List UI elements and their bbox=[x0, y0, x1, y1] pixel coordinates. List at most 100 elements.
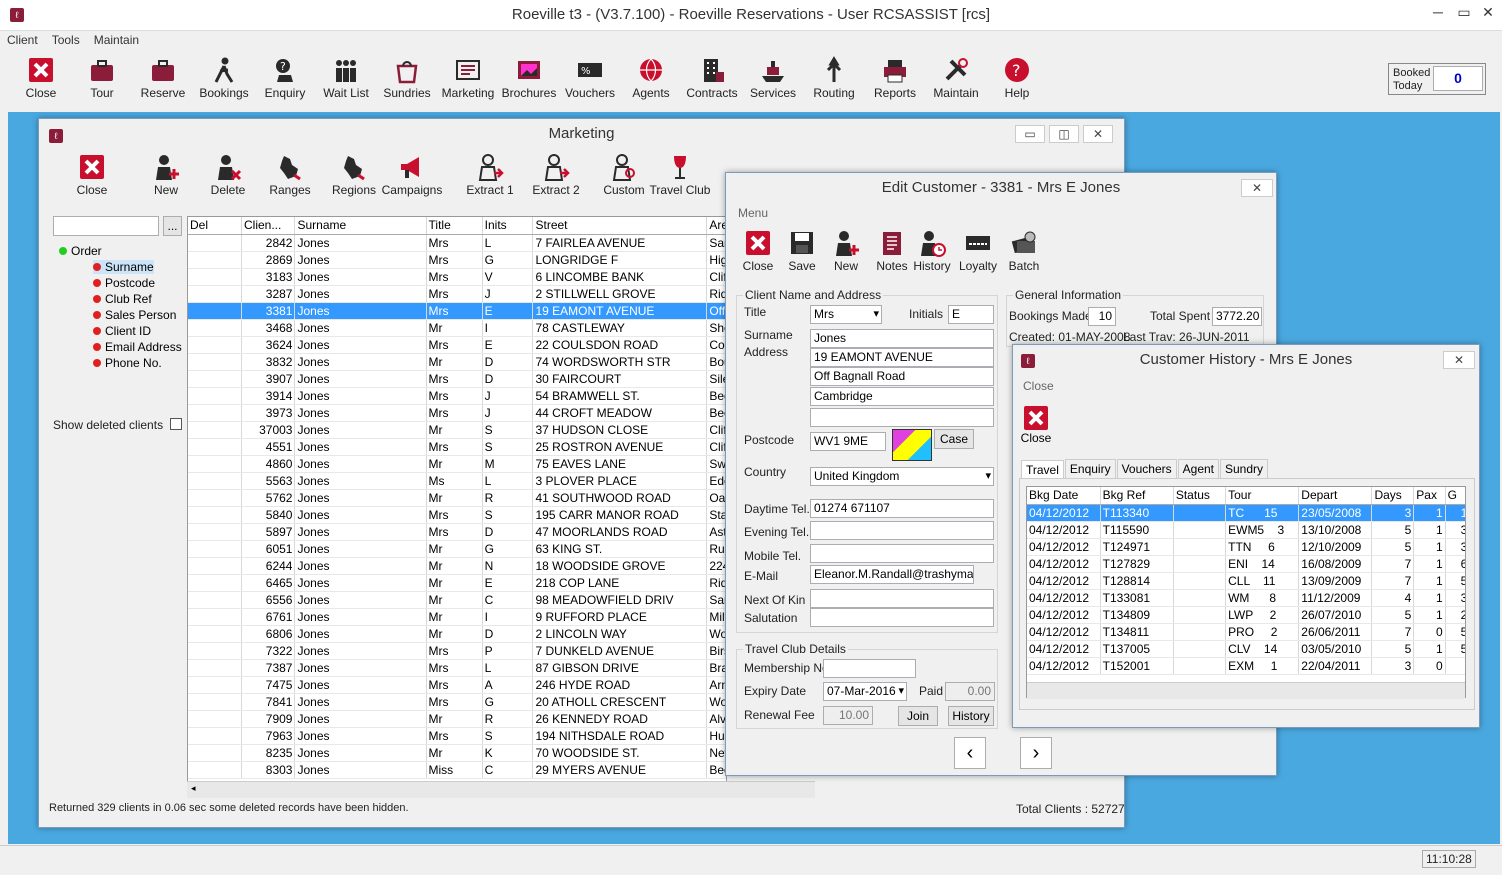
client-row[interactable]: 2842JonesMrsL7 FAIRLEA AVENUESandiacreCa… bbox=[188, 234, 726, 252]
client-row[interactable]: 6556JonesMrC98 MEADOWFIELD DRIVSandiacre… bbox=[188, 591, 726, 609]
history-column-header[interactable]: G bbox=[1445, 487, 1465, 505]
toolbar-tour-button[interactable]: Tour bbox=[71, 52, 133, 106]
client-row[interactable]: 3914JonesMrsJ54 BRAMWELL ST.BeestonGodst… bbox=[188, 387, 726, 405]
menu-maintain[interactable]: Maintain bbox=[87, 31, 146, 47]
title-select[interactable]: Mrs bbox=[810, 305, 882, 324]
client-row[interactable]: 3468JonesMrI78 CASTLEWAYSherwoodSwanley bbox=[188, 319, 726, 337]
client-row[interactable]: 6761JonesMrI9 RUFFORD PLACEMilton CourtR… bbox=[188, 608, 726, 626]
client-row[interactable]: 37003JonesMrS37 HUDSON CLOSECliftonHemel… bbox=[188, 421, 726, 439]
history-column-header[interactable]: Bkg Date bbox=[1027, 487, 1101, 505]
show-deleted-checkbox[interactable] bbox=[170, 418, 182, 430]
column-header[interactable]: Street bbox=[532, 217, 708, 235]
history-column-header[interactable]: Pax bbox=[1413, 487, 1446, 505]
history-close-icon[interactable]: ✕ bbox=[1443, 351, 1475, 369]
toolbar-services-button[interactable]: Services bbox=[742, 52, 804, 106]
history-row[interactable]: 04/12/2012T133081 WM 811/12/20094131 bbox=[1027, 589, 1465, 607]
toolbar-bookings-button[interactable]: Bookings bbox=[193, 52, 255, 106]
history-button[interactable]: History bbox=[948, 706, 994, 726]
menu-client[interactable]: Client bbox=[0, 31, 45, 47]
client-row[interactable]: 2869JonesMrsGLONGRIDGE FHigh GreenWarlin… bbox=[188, 251, 726, 269]
toolbar-brochures-button[interactable]: Brochures bbox=[498, 52, 560, 106]
history-row[interactable]: 04/12/2012T127829 ENI 1416/08/20097161 bbox=[1027, 555, 1465, 573]
marketing-regions-button[interactable]: Regions bbox=[321, 151, 387, 201]
marketing-search-button[interactable]: ... bbox=[163, 216, 182, 236]
toolbar-routing-button[interactable]: Routing bbox=[803, 52, 865, 106]
history-row[interactable]: 04/12/2012T124971 TTN 612/10/20095133 bbox=[1027, 538, 1465, 556]
client-row[interactable]: 5897JonesMrsD47 MOORLANDS ROADAston-on-T… bbox=[188, 523, 726, 541]
minimize-icon[interactable]: ─ bbox=[1426, 0, 1450, 24]
history-menu[interactable]: Close bbox=[1023, 379, 1054, 393]
client-row[interactable]: 4551JonesMrsS25 ROSTRON AVENUECliftonBas… bbox=[188, 438, 726, 456]
column-header[interactable]: Area bbox=[706, 217, 726, 235]
history-tab-travel[interactable]: Travel bbox=[1021, 460, 1064, 479]
toolbar-agents-button[interactable]: Agents bbox=[620, 52, 682, 106]
client-grid-hscroll[interactable]: ◂ bbox=[187, 781, 815, 798]
toolbar-vouchers-button[interactable]: % Vouchers bbox=[559, 52, 621, 106]
history-row[interactable]: 04/12/2012T134811 PRO 226/06/20117058 bbox=[1027, 623, 1465, 641]
postcode-field[interactable]: WV1 9ME bbox=[810, 432, 886, 451]
client-row[interactable]: 7841JonesMrsG20 ATHOLL CRESCENTWoolseryS… bbox=[188, 693, 726, 711]
marketing-ranges-button[interactable]: Ranges bbox=[257, 151, 323, 201]
edit-new-button[interactable]: New bbox=[824, 227, 868, 277]
email-field[interactable]: Eleanor.M.Randall@trashymail.co bbox=[810, 565, 974, 584]
marketing-extract-1-button[interactable]: Extract 1 bbox=[457, 151, 523, 201]
marketing-travel-club-button[interactable]: Travel Club bbox=[647, 151, 713, 201]
address-line-1[interactable]: 19 EAMONT AVENUE bbox=[810, 348, 994, 367]
envelope-icon[interactable] bbox=[892, 429, 932, 461]
address-line-3[interactable]: Cambridge bbox=[810, 387, 994, 406]
column-header[interactable]: Title bbox=[426, 217, 483, 235]
client-row[interactable]: 8303JonesMissC29 MYERS AVENUEBeestonWalt… bbox=[188, 761, 726, 779]
client-row[interactable]: 5840JonesMrsS195 CARR MANOR ROADStaplefo… bbox=[188, 506, 726, 524]
tree-item-client-id[interactable]: Client ID bbox=[93, 324, 151, 338]
toolbar-reports-button[interactable]: Reports bbox=[864, 52, 926, 106]
marketing-campaigns-button[interactable]: Campaigns bbox=[379, 151, 445, 201]
history-column-header[interactable]: Depart bbox=[1298, 487, 1373, 505]
next-of-kin-field[interactable] bbox=[810, 589, 994, 608]
marketing-search-input[interactable] bbox=[53, 216, 159, 236]
case-button[interactable]: Case bbox=[934, 429, 974, 449]
toolbar-close-button[interactable]: Close bbox=[10, 52, 72, 106]
toolbar-help-button[interactable]: ? Help bbox=[986, 52, 1048, 106]
toolbar-sundries-button[interactable]: Sundries bbox=[376, 52, 438, 106]
client-row[interactable]: 3183JonesMrsV6 LINCOMBE BANKCliftonRye bbox=[188, 268, 726, 286]
history-close-button[interactable]: Close bbox=[1019, 405, 1053, 455]
marketing-close-icon[interactable]: ✕ bbox=[1083, 125, 1113, 143]
client-row[interactable]: 6806JonesMrD2 LINCOLN WAYWoodthorpeColch… bbox=[188, 625, 726, 643]
history-row[interactable]: 04/12/2012T137005CLV 1403/05/20105151 bbox=[1027, 640, 1465, 658]
toolbar-maintain-button[interactable]: Maintain bbox=[925, 52, 987, 106]
column-header[interactable]: Clien... bbox=[241, 217, 296, 235]
edit-notes-button[interactable]: Notes bbox=[870, 227, 914, 277]
client-row[interactable]: 7475JonesMrsA246 HYDE ROADArnoldHoddesd bbox=[188, 676, 726, 694]
marketing-new-button[interactable]: New bbox=[133, 151, 199, 201]
history-hscroll[interactable] bbox=[1027, 682, 1465, 699]
daytime-tel-field[interactable]: 01274 671107 bbox=[810, 499, 994, 518]
history-column-header[interactable]: Tour bbox=[1225, 487, 1300, 505]
tree-item-sales-person[interactable]: Sales Person bbox=[93, 308, 176, 322]
tree-root-order[interactable]: Order bbox=[59, 244, 102, 258]
marketing-restore-icon[interactable]: ◫ bbox=[1049, 125, 1079, 143]
client-row[interactable]: 3381JonesMrsE19 EAMONT AVENUEOff Bagnall… bbox=[188, 302, 726, 320]
marketing-delete-button[interactable]: Delete bbox=[195, 151, 261, 201]
client-row[interactable]: 4860JonesMrM75 EAVES LANESwintonHemel He bbox=[188, 455, 726, 473]
client-row[interactable]: 3287JonesMrsJ2 STILLWELL GROVERiddingsRo… bbox=[188, 285, 726, 303]
marketing-extract-2-button[interactable]: Extract 2 bbox=[523, 151, 589, 201]
history-row[interactable]: 04/12/2012T113340 TC 1523/05/20083118 bbox=[1027, 504, 1465, 522]
marketing-close-button[interactable]: Close bbox=[59, 151, 125, 201]
client-row[interactable]: 6465JonesMrE218 COP LANERiddingsHornchur bbox=[188, 574, 726, 592]
next-record-button[interactable]: › bbox=[1020, 737, 1052, 769]
tree-item-email-address[interactable]: Email Address bbox=[93, 340, 182, 354]
surname-field[interactable]: Jones bbox=[810, 329, 994, 348]
edit-loyalty-button[interactable]: Loyalty bbox=[956, 227, 1000, 277]
client-row[interactable]: 3624JonesMrsE22 COULSDON ROADCodnorGreat… bbox=[188, 336, 726, 354]
column-header[interactable]: Surname bbox=[294, 217, 427, 235]
history-row[interactable]: 04/12/2012T128814 CLL 1113/09/20097159 bbox=[1027, 572, 1465, 590]
client-row[interactable]: 6244JonesMrN18 WOODSIDE GROVE224 Hamilto… bbox=[188, 557, 726, 575]
maximize-icon[interactable]: ▭ bbox=[1452, 0, 1476, 24]
client-row[interactable]: 6051JonesMrG63 KING ST.RuddingtonMaidsto… bbox=[188, 540, 726, 558]
toolbar-marketing-button[interactable]: Marketing bbox=[437, 52, 499, 106]
country-select[interactable]: United Kingdom bbox=[810, 467, 994, 486]
toolbar-wait-list-button[interactable]: Wait List bbox=[315, 52, 377, 106]
client-row[interactable]: 7322JonesMrsP7 DUNKELD AVENUEBirstallGre… bbox=[188, 642, 726, 660]
address-line-2[interactable]: Off Bagnall Road bbox=[810, 367, 994, 386]
edit-save-button[interactable]: Save bbox=[780, 227, 824, 277]
